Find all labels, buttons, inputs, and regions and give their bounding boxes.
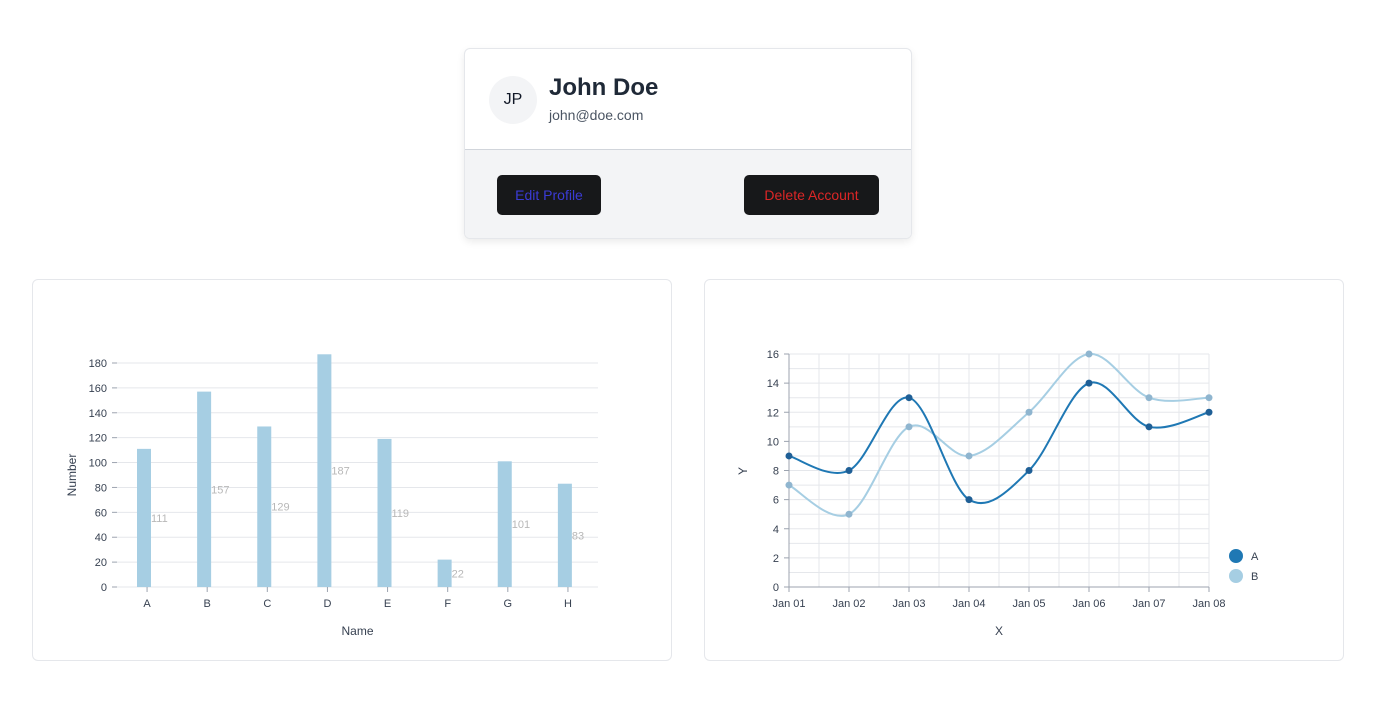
x-tick-label-jan-06: Jan 06 <box>1072 598 1105 610</box>
point-b-jan-02 <box>845 510 853 518</box>
y-tick-label-2: 2 <box>773 553 779 565</box>
y-tick-label-14: 14 <box>767 378 779 390</box>
bar-value-label-h: 83 <box>572 530 584 542</box>
x-tick-label-h: H <box>564 598 572 610</box>
profile-email: john@doe.com <box>549 107 644 123</box>
x-tick-label-d: D <box>323 598 331 610</box>
y-tick-label-140: 140 <box>89 408 107 420</box>
x-tick-label-e: E <box>384 598 391 610</box>
point-b-jan-01 <box>785 481 793 489</box>
point-a-jan-04 <box>965 496 973 504</box>
point-a-jan-01 <box>785 452 793 460</box>
bar-h <box>557 483 572 587</box>
bar-value-label-e: 119 <box>392 508 410 520</box>
bar-f <box>437 559 452 587</box>
x-tick-label-a: A <box>143 598 151 610</box>
y-tick-label-180: 180 <box>89 358 107 370</box>
point-a-jan-03 <box>905 394 913 402</box>
x-tick-label-jan-03: Jan 03 <box>892 598 925 610</box>
bar-value-label-b: 157 <box>211 484 229 496</box>
bar-b <box>197 391 212 587</box>
profile-actions: Edit Profile Delete Account <box>465 150 911 238</box>
x-axis-title: X <box>995 624 1003 638</box>
y-tick-label-4: 4 <box>773 524 779 536</box>
edit-profile-button[interactable]: Edit Profile <box>497 175 601 215</box>
profile-card: JP John Doe john@doe.com Edit Profile De… <box>464 48 912 239</box>
point-b-jan-06 <box>1085 350 1093 358</box>
x-tick-label-jan-08: Jan 08 <box>1192 598 1225 610</box>
y-axis-title: Number <box>65 454 79 497</box>
avatar: JP <box>489 76 537 124</box>
y-tick-label-60: 60 <box>95 507 107 519</box>
point-a-jan-07 <box>1145 423 1153 431</box>
line-chart-card: 0 2 4 6 8 10 12 14 16 Jan 01 Jan 02 Jan 03 Jan 04 Jan… <box>704 279 1344 661</box>
bar-g <box>497 461 512 587</box>
x-tick-label-jan-07: Jan 07 <box>1132 598 1165 610</box>
bar-c <box>257 426 272 587</box>
legend-swatch-b <box>1229 569 1243 583</box>
point-b-jan-03 <box>905 423 913 431</box>
point-a-jan-02 <box>845 467 853 474</box>
point-b-jan-04 <box>965 452 973 460</box>
bar-value-label-a: 111 <box>151 513 168 525</box>
point-a-jan-08 <box>1205 408 1213 416</box>
y-tick-label-0: 0 <box>101 582 107 594</box>
bar-value-label-g: 101 <box>512 519 530 531</box>
point-a-jan-06 <box>1085 379 1093 387</box>
y-tick-label-12: 12 <box>767 407 779 419</box>
x-axis-title: Name <box>341 624 373 638</box>
y-tick-label-16: 16 <box>767 349 779 361</box>
bar-d <box>317 354 332 587</box>
bar-value-label-d: 187 <box>331 466 349 478</box>
y-tick-label-6: 6 <box>773 495 779 507</box>
legend-label-b: B <box>1251 571 1258 583</box>
bar-e <box>377 438 392 587</box>
x-tick-label-g: G <box>504 598 513 610</box>
x-tick-label-c: C <box>263 598 271 610</box>
x-tick-label-jan-05: Jan 05 <box>1012 598 1045 610</box>
y-tick-label-8: 8 <box>773 466 779 478</box>
legend-swatch-a <box>1229 549 1243 563</box>
x-tick-label-jan-04: Jan 04 <box>952 598 985 610</box>
line-chart: 0 2 4 6 8 10 12 14 16 Jan 01 Jan 02 Jan 03 Jan 04 Jan… <box>736 349 1259 638</box>
y-tick-label-120: 120 <box>89 433 107 445</box>
point-b-jan-05 <box>1025 408 1033 416</box>
y-tick-label-100: 100 <box>89 458 107 470</box>
x-tick-label-f: F <box>444 598 451 610</box>
point-b-jan-07 <box>1145 394 1153 402</box>
bar-chart: 0 20 40 60 80 100 120 140 160 180 111 A 157 B 129 C 187 D… <box>65 354 598 638</box>
profile-header: JP John Doe john@doe.com <box>465 49 911 150</box>
point-b-jan-08 <box>1205 394 1213 402</box>
y-tick-label-20: 20 <box>95 557 107 569</box>
x-tick-label-b: B <box>204 598 211 610</box>
legend-label-a: A <box>1251 551 1259 563</box>
point-a-jan-05 <box>1025 467 1033 474</box>
y-tick-label-40: 40 <box>95 532 107 544</box>
y-tick-label-0: 0 <box>773 582 779 594</box>
y-tick-label-160: 160 <box>89 383 107 395</box>
y-tick-label-10: 10 <box>767 436 779 448</box>
x-tick-label-jan-01: Jan 01 <box>772 598 805 610</box>
y-tick-label-80: 80 <box>95 482 107 494</box>
bar-a <box>137 448 151 587</box>
y-axis-title: Y <box>736 467 750 475</box>
bar-chart-card: 0 20 40 60 80 100 120 140 160 180 111 A 157 B 129 C 187 D… <box>32 279 672 661</box>
x-tick-label-jan-02: Jan 02 <box>832 598 865 610</box>
delete-account-button[interactable]: Delete Account <box>744 175 879 215</box>
profile-name: John Doe <box>549 74 659 101</box>
bar-value-label-c: 129 <box>271 502 289 514</box>
bar-value-label-f: 22 <box>452 568 464 580</box>
